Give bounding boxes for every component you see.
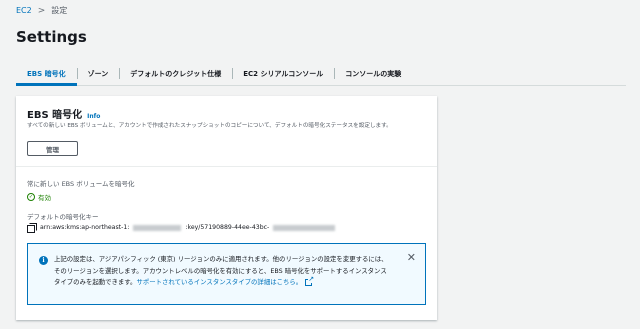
alert-text: 上記の設定は、アジアパシフィック (東京) リージョンのみに適用されます。他のリ…	[54, 254, 392, 289]
ebs-encryption-card: EBS 暗号化 Info すべての新しい EBS ボリュームと、アカウントで作成…	[16, 96, 437, 320]
settings-tabs: EBS 暗号化 ゾーン デフォルトのクレジット仕様 EC2 シリアルコンソール …	[16, 62, 626, 86]
card-title-text: EBS 暗号化	[27, 110, 83, 121]
redacted-account-id	[133, 224, 182, 231]
tab-ec2-serial-console[interactable]: EC2 シリアルコンソール	[232, 62, 334, 85]
card-title: EBS 暗号化 Info	[27, 106, 100, 121]
manage-button[interactable]: 管理	[27, 141, 78, 156]
status-text: 有効	[38, 194, 51, 202]
encryption-status: ✓ 有効	[27, 192, 51, 202]
tab-ebs-encryption[interactable]: EBS 暗号化	[16, 62, 77, 86]
card-description: すべての新しい EBS ボリュームと、アカウントで作成されたスナップショットのコ…	[27, 123, 392, 129]
card-header: EBS 暗号化 Info すべての新しい EBS ボリュームと、アカウントで作成…	[16, 96, 437, 167]
copy-icon[interactable]	[27, 223, 37, 233]
default-key-label: デフォルトの暗号化キー	[27, 213, 99, 221]
region-info-alert: i 上記の設定は、アジアパシフィック (東京) リージョンのみに適用されます。他…	[27, 243, 426, 305]
info-icon: i	[39, 256, 48, 265]
key-arn-middle: :key/57190889-44ee-43bc-	[185, 224, 270, 231]
always-encrypt-label: 常に新しい EBS ボリュームを暗号化	[27, 180, 135, 188]
breadcrumb-separator: >	[37, 5, 46, 16]
tab-zones[interactable]: ゾーン	[76, 62, 120, 85]
redacted-key-suffix	[273, 224, 336, 231]
close-icon[interactable]: ✕	[407, 251, 416, 264]
breadcrumb-current: 設定	[51, 6, 68, 15]
supported-instance-types-link[interactable]: サポートされているインスタンスタイプの詳細はこちら。	[136, 278, 302, 286]
check-circle-icon: ✓	[27, 193, 35, 201]
page-title: Settings	[16, 28, 87, 46]
default-key-value: arn:aws:kms:ap-northeast-1: :key/5719088…	[27, 223, 336, 233]
tab-console-experiments[interactable]: コンソールの実験	[334, 62, 412, 85]
info-link[interactable]: Info	[87, 113, 100, 120]
external-link-icon	[305, 274, 315, 286]
breadcrumb: EC2 > 設定	[16, 5, 67, 16]
breadcrumb-ec2-link[interactable]: EC2	[16, 6, 32, 15]
tab-default-credit-specification[interactable]: デフォルトのクレジット仕様	[119, 62, 232, 85]
key-arn-prefix: arn:aws:kms:ap-northeast-1:	[40, 224, 130, 231]
